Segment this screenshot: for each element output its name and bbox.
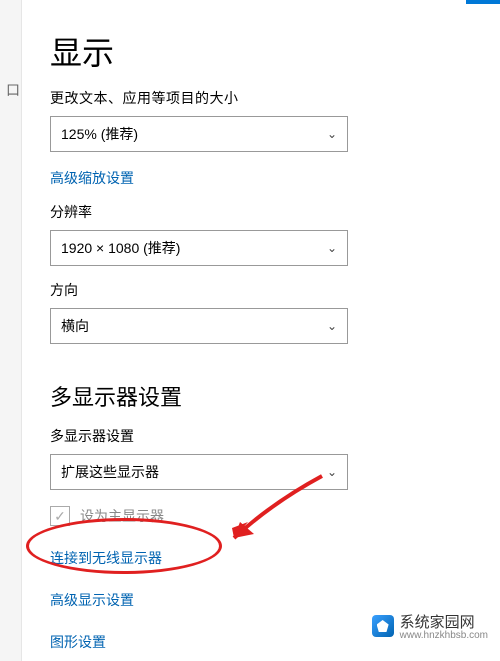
orientation-value: 横向 bbox=[61, 316, 89, 336]
advanced-display-link[interactable]: 高级显示设置 bbox=[50, 590, 480, 610]
primary-display-checkbox-row: ✓ 设为主显示器 bbox=[50, 506, 480, 526]
wireless-display-link[interactable]: 连接到无线显示器 bbox=[50, 548, 480, 568]
scaling-label: 更改文本、应用等项目的大小 bbox=[50, 88, 480, 108]
watermark-name: 系统家园网 bbox=[400, 614, 475, 631]
multi-display-title: 多显示器设置 bbox=[50, 380, 480, 412]
primary-display-checkbox[interactable]: ✓ bbox=[50, 506, 70, 526]
multi-display-label: 多显示器设置 bbox=[50, 426, 480, 446]
page-title: 显示 bbox=[50, 28, 480, 74]
resolution-dropdown[interactable]: 1920 × 1080 (推荐) ⌄ bbox=[50, 230, 348, 266]
orientation-label: 方向 bbox=[50, 280, 480, 300]
chevron-down-icon: ⌄ bbox=[327, 127, 337, 141]
resolution-value: 1920 × 1080 (推荐) bbox=[61, 238, 180, 258]
nav-hint-glyph: 口 bbox=[6, 80, 20, 100]
primary-display-checkbox-label: 设为主显示器 bbox=[80, 506, 164, 526]
orientation-dropdown[interactable]: 横向 ⌄ bbox=[50, 308, 348, 344]
advanced-scaling-link[interactable]: 高级缩放设置 bbox=[50, 168, 480, 188]
scaling-dropdown[interactable]: 125% (推荐) ⌄ bbox=[50, 116, 348, 152]
watermark-url: www.hnzkhbsb.com bbox=[400, 630, 488, 641]
resolution-label: 分辨率 bbox=[50, 202, 480, 222]
scaling-value: 125% (推荐) bbox=[61, 124, 138, 144]
nav-edge: 口 bbox=[0, 0, 22, 661]
multi-display-dropdown[interactable]: 扩展这些显示器 ⌄ bbox=[50, 454, 348, 490]
chevron-down-icon: ⌄ bbox=[327, 241, 337, 255]
watermark-icon bbox=[372, 615, 394, 637]
watermark: 系统家园网 www.hnzkhbsb.com bbox=[372, 611, 488, 641]
multi-display-value: 扩展这些显示器 bbox=[61, 462, 159, 482]
chevron-down-icon: ⌄ bbox=[327, 465, 337, 479]
chevron-down-icon: ⌄ bbox=[327, 319, 337, 333]
display-settings-panel: 显示 更改文本、应用等项目的大小 125% (推荐) ⌄ 高级缩放设置 分辨率 … bbox=[50, 0, 480, 652]
